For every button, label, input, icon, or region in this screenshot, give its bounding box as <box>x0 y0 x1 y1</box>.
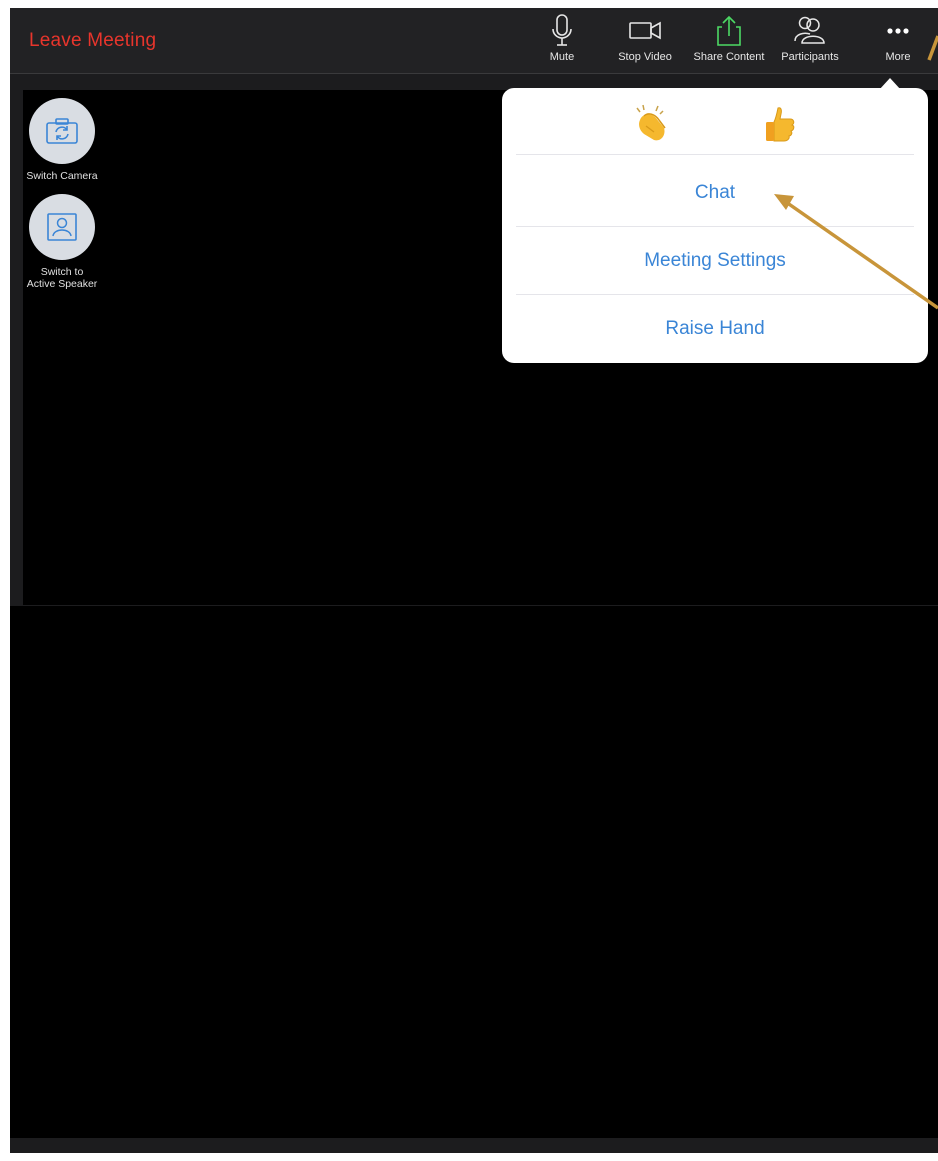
switch-camera-button[interactable]: Switch Camera <box>12 98 112 182</box>
switch-speaker-line2: Active Speaker <box>26 278 98 290</box>
microphone-icon <box>552 14 572 46</box>
mute-button[interactable]: Mute <box>540 14 584 72</box>
active-speaker-icon <box>47 213 77 241</box>
participants-label: Participants <box>781 51 839 63</box>
switch-active-speaker-label: Switch to Active Speaker <box>27 266 98 290</box>
switch-speaker-line1: Switch to <box>40 266 84 278</box>
more-label: More <box>885 51 911 63</box>
separator <box>516 294 914 295</box>
video-area-bottom <box>10 606 938 1138</box>
clap-reaction-button[interactable] <box>628 102 672 146</box>
chat-menu-item[interactable]: Chat <box>502 160 928 226</box>
share-content-button[interactable]: Share Content <box>686 14 772 72</box>
switch-active-speaker-button[interactable]: Switch to Active Speaker <box>12 194 112 290</box>
meeting-toolbar: Leave Meeting Mute Stop Video Share Cont… <box>10 8 938 74</box>
participants-icon <box>794 16 825 44</box>
thumbs-up-reaction-button[interactable] <box>758 102 802 146</box>
more-dots-icon <box>887 28 909 34</box>
raise-hand-menu-item[interactable]: Raise Hand <box>502 296 928 362</box>
leave-meeting-button[interactable]: Leave Meeting <box>29 30 156 52</box>
stop-video-button[interactable]: Stop Video <box>610 14 680 72</box>
share-content-label: Share Content <box>693 51 765 63</box>
zoom-meeting-window: Leave Meeting Mute Stop Video Share Cont… <box>10 8 938 1153</box>
switch-active-speaker-circle[interactable] <box>29 194 95 260</box>
stop-video-label: Stop Video <box>618 51 672 63</box>
switch-camera-label: Switch Camera <box>26 170 98 182</box>
meeting-settings-menu-item[interactable]: Meeting Settings <box>502 228 928 294</box>
more-menu-popover: Chat Meeting Settings Raise Hand <box>502 88 928 363</box>
reactions-row <box>502 88 928 154</box>
share-upload-icon <box>717 15 741 46</box>
more-button[interactable]: More <box>878 14 918 72</box>
switch-camera-icon <box>46 118 78 144</box>
separator <box>516 226 914 227</box>
thumbs-up-emoji-icon <box>766 107 795 142</box>
bottom-strip <box>10 1138 938 1153</box>
clap-emoji-icon <box>636 104 666 141</box>
participants-button[interactable]: Participants <box>774 14 846 72</box>
mute-label: Mute <box>549 51 575 63</box>
separator <box>516 154 914 155</box>
switch-camera-circle[interactable] <box>29 98 95 164</box>
video-camera-icon <box>629 21 661 40</box>
